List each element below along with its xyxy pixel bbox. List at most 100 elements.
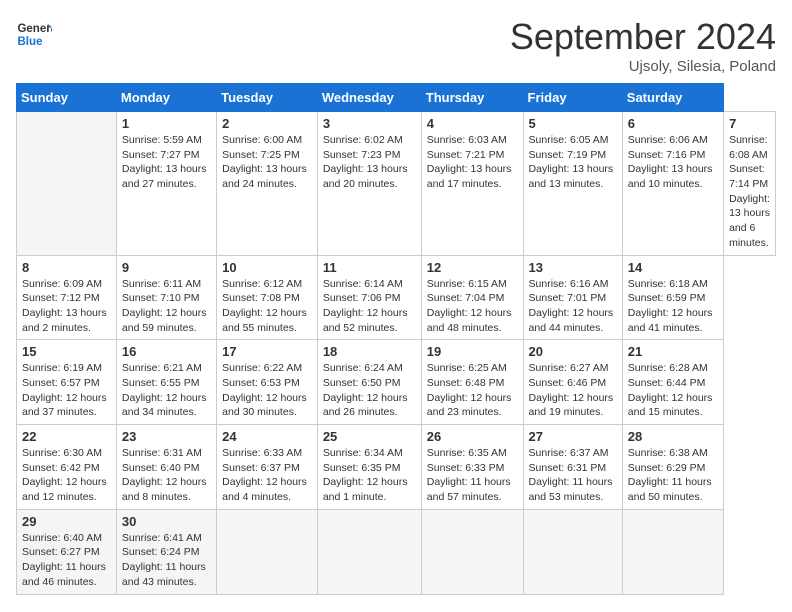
day-info: Sunrise: 6:28 AMSunset: 6:44 PMDaylight:… [628,361,718,420]
day-info: Sunrise: 6:22 AMSunset: 6:53 PMDaylight:… [222,361,312,420]
calendar-week-row: 29 Sunrise: 6:40 AMSunset: 6:27 PMDayligh… [17,509,776,594]
calendar-cell: 10 Sunrise: 6:12 AMSunset: 7:08 PMDayligh… [217,255,318,340]
day-number: 8 [22,260,111,275]
calendar-cell: 7 Sunrise: 6:08 AMSunset: 7:14 PMDaylight… [724,112,776,256]
logo-icon: General Blue [16,16,52,52]
day-info: Sunrise: 6:05 AMSunset: 7:19 PMDaylight:… [529,133,617,192]
calendar-cell [622,509,723,594]
calendar-cell: 24Sunrise: 6:33 AMSunset: 6:37 PMDayligh… [217,425,318,510]
calendar-cell [317,509,421,594]
calendar-cell: 9 Sunrise: 6:11 AMSunset: 7:10 PMDaylight… [116,255,216,340]
day-number: 12 [427,260,518,275]
day-number: 27 [529,429,617,444]
column-header-tuesday: Tuesday [217,84,318,112]
calendar-cell: 18Sunrise: 6:24 AMSunset: 6:50 PMDayligh… [317,340,421,425]
day-number: 5 [529,116,617,131]
column-header-friday: Friday [523,84,622,112]
day-info: Sunrise: 6:37 AMSunset: 6:31 PMDaylight:… [529,446,617,505]
calendar-cell [217,509,318,594]
day-info: Sunrise: 6:34 AMSunset: 6:35 PMDaylight:… [323,446,416,505]
calendar-cell: 26 Sunrise: 6:35 AMSunset: 6:33 PMDayligh… [421,425,523,510]
day-info: Sunrise: 6:02 AMSunset: 7:23 PMDaylight:… [323,133,416,192]
calendar-week-row: 8Sunrise: 6:09 AMSunset: 7:12 PMDaylight… [17,255,776,340]
day-info: Sunrise: 6:12 AMSunset: 7:08 PMDaylight:… [222,277,312,336]
day-number: 7 [729,116,770,131]
title-block: September 2024 Ujsoly, Silesia, Poland [510,16,776,75]
day-number: 3 [323,116,416,131]
column-header-wednesday: Wednesday [317,84,421,112]
day-info: Sunrise: 6:27 AMSunset: 6:46 PMDaylight:… [529,361,617,420]
day-number: 16 [122,344,211,359]
calendar-cell: 16 Sunrise: 6:21 AMSunset: 6:55 PMDayligh… [116,340,216,425]
calendar-cell [421,509,523,594]
calendar-cell: 29 Sunrise: 6:40 AMSunset: 6:27 PMDayligh… [17,509,117,594]
calendar-cell: 19 Sunrise: 6:25 AMSunset: 6:48 PMDayligh… [421,340,523,425]
calendar-week-row: 22Sunrise: 6:30 AMSunset: 6:42 PMDayligh… [17,425,776,510]
calendar-cell: 4Sunrise: 6:03 AMSunset: 7:21 PMDaylight… [421,112,523,256]
day-number: 28 [628,429,718,444]
calendar-cell: 23 Sunrise: 6:31 AMSunset: 6:40 PMDayligh… [116,425,216,510]
day-number: 15 [22,344,111,359]
svg-text:Blue: Blue [17,36,43,48]
day-number: 1 [122,116,211,131]
day-number: 20 [529,344,617,359]
logo: General Blue [16,16,52,52]
day-info: Sunrise: 6:38 AMSunset: 6:29 PMDaylight:… [628,446,718,505]
day-info: Sunrise: 6:35 AMSunset: 6:33 PMDaylight:… [427,446,518,505]
day-info: Sunrise: 6:25 AMSunset: 6:48 PMDaylight:… [427,361,518,420]
day-info: Sunrise: 6:19 AMSunset: 6:57 PMDaylight:… [22,361,111,420]
column-header-sunday: Sunday [17,84,117,112]
day-info: Sunrise: 6:11 AMSunset: 7:10 PMDaylight:… [122,277,211,336]
day-info: Sunrise: 6:41 AMSunset: 6:24 PMDaylight:… [122,531,211,590]
day-info: Sunrise: 6:21 AMSunset: 6:55 PMDaylight:… [122,361,211,420]
location: Ujsoly, Silesia, Poland [510,58,776,75]
day-info: Sunrise: 6:08 AMSunset: 7:14 PMDaylight:… [729,133,770,251]
day-number: 19 [427,344,518,359]
calendar-cell: 15 Sunrise: 6:19 AMSunset: 6:57 PMDayligh… [17,340,117,425]
day-number: 25 [323,429,416,444]
column-header-monday: Monday [116,84,216,112]
day-number: 29 [22,514,111,529]
day-number: 13 [529,260,617,275]
day-number: 2 [222,116,312,131]
calendar-cell: 3 Sunrise: 6:02 AMSunset: 7:23 PMDaylight… [317,112,421,256]
calendar-cell: 25 Sunrise: 6:34 AMSunset: 6:35 PMDayligh… [317,425,421,510]
calendar-week-row: 15 Sunrise: 6:19 AMSunset: 6:57 PMDayligh… [17,340,776,425]
day-info: Sunrise: 6:24 AMSunset: 6:50 PMDaylight:… [323,361,416,420]
day-number: 21 [628,344,718,359]
day-info: Sunrise: 6:31 AMSunset: 6:40 PMDaylight:… [122,446,211,505]
day-info: Sunrise: 6:15 AMSunset: 7:04 PMDaylight:… [427,277,518,336]
calendar-cell [17,112,117,256]
day-number: 23 [122,429,211,444]
day-info: Sunrise: 6:14 AMSunset: 7:06 PMDaylight:… [323,277,416,336]
day-number: 9 [122,260,211,275]
day-info: Sunrise: 6:40 AMSunset: 6:27 PMDaylight:… [22,531,111,590]
calendar-cell: 11 Sunrise: 6:14 AMSunset: 7:06 PMDayligh… [317,255,421,340]
day-number: 4 [427,116,518,131]
day-info: Sunrise: 6:16 AMSunset: 7:01 PMDaylight:… [529,277,617,336]
column-header-saturday: Saturday [622,84,723,112]
day-number: 17 [222,344,312,359]
calendar-cell [523,509,622,594]
day-info: Sunrise: 5:59 AMSunset: 7:27 PMDaylight:… [122,133,211,192]
day-number: 26 [427,429,518,444]
calendar-cell: 2Sunrise: 6:00 AMSunset: 7:25 PMDaylight… [217,112,318,256]
calendar-cell: 13 Sunrise: 6:16 AMSunset: 7:01 PMDayligh… [523,255,622,340]
day-info: Sunrise: 6:33 AMSunset: 6:37 PMDaylight:… [222,446,312,505]
day-info: Sunrise: 6:06 AMSunset: 7:16 PMDaylight:… [628,133,718,192]
calendar-cell: 5 Sunrise: 6:05 AMSunset: 7:19 PMDaylight… [523,112,622,256]
calendar-cell: 17 Sunrise: 6:22 AMSunset: 6:53 PMDayligh… [217,340,318,425]
day-number: 11 [323,260,416,275]
svg-text:General: General [17,23,52,35]
calendar-cell: 12 Sunrise: 6:15 AMSunset: 7:04 PMDayligh… [421,255,523,340]
calendar-cell: 30 Sunrise: 6:41 AMSunset: 6:24 PMDayligh… [116,509,216,594]
calendar-header-row: SundayMondayTuesdayWednesdayThursdayFrid… [17,84,776,112]
day-number: 30 [122,514,211,529]
calendar-cell: 6Sunrise: 6:06 AMSunset: 7:16 PMDaylight… [622,112,723,256]
calendar-cell: 8Sunrise: 6:09 AMSunset: 7:12 PMDaylight… [17,255,117,340]
month-title: September 2024 [510,16,776,58]
calendar-cell: 21 Sunrise: 6:28 AMSunset: 6:44 PMDayligh… [622,340,723,425]
day-number: 10 [222,260,312,275]
calendar-cell: 14Sunrise: 6:18 AMSunset: 6:59 PMDayligh… [622,255,723,340]
calendar-cell: 22Sunrise: 6:30 AMSunset: 6:42 PMDayligh… [17,425,117,510]
